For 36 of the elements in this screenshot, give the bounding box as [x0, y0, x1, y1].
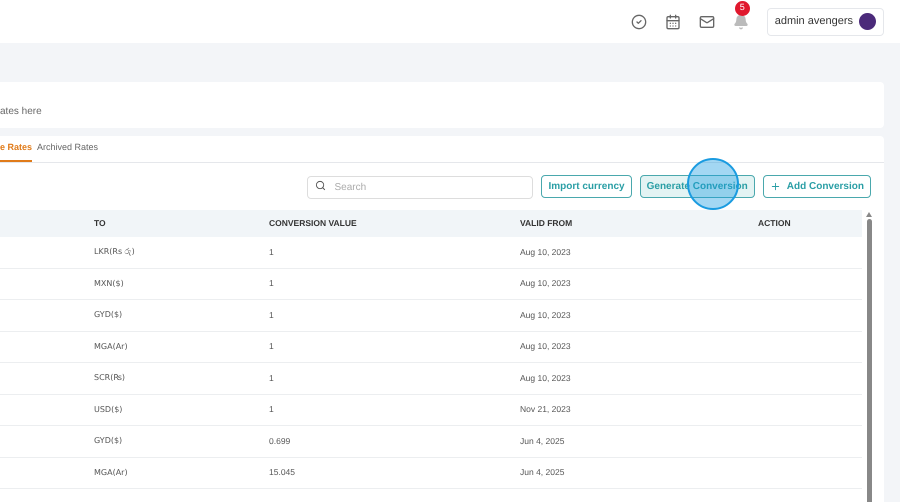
table-cell-text: LKR(Rs රු) [94, 246, 136, 258]
column-header: TO [94, 217, 107, 230]
table-cell-text: 1 [269, 340, 275, 354]
column-header: ACTION [758, 217, 791, 230]
toolbar-button[interactable]: Add Conversion [762, 175, 871, 198]
table-cell-text: 0.699 [269, 434, 292, 448]
tab[interactable]: e Rates [0, 136, 32, 162]
table-cell-text: Aug 10, 2023 [520, 340, 572, 354]
toolbar-button[interactable]: Import currency [541, 175, 632, 198]
table-cell-text: Nov 21, 2023 [520, 403, 572, 416]
table-cell-text: Aug 10, 2023 [520, 246, 572, 259]
table-cell-text: 1 [269, 246, 275, 259]
table-cell-text: MGA(Ar) [94, 340, 129, 353]
table-cell-text: Aug 10, 2023 [520, 372, 572, 385]
table-cell-text: 1 [269, 308, 275, 322]
table-cell-text: GYD($) [94, 309, 124, 322]
notification-badge: 5 [734, 0, 750, 16]
column-header: CONVERSION VALUE [269, 217, 358, 230]
table-cell-text: 1 [269, 403, 275, 416]
table-cell-text: USD($) [94, 404, 124, 416]
table-cell-text: 1 [269, 277, 275, 290]
table-cell-text: MXN($) [94, 278, 125, 290]
column-header: VALID FROM [520, 217, 574, 230]
table-cell-text: 1 [269, 372, 275, 385]
table-cell-text: Jun 4, 2025 [520, 434, 566, 448]
table-cell-text: GYD($) [94, 435, 124, 448]
table-cell-text: Jun 4, 2025 [520, 466, 566, 480]
info-text: ates here [0, 105, 42, 119]
user-menu-button[interactable]: admin avengers [766, 8, 884, 36]
table-cell-text: Aug 10, 2023 [520, 308, 572, 322]
table-cell-text: SCR(₨) [94, 372, 126, 384]
table-cell-text: Aug 10, 2023 [520, 277, 572, 290]
table-cell-text: 15.045 [269, 466, 296, 480]
table-cell-text: MGA(Ar) [94, 466, 129, 479]
tab[interactable]: Archived Rates [37, 136, 98, 162]
search-field[interactable]: Search [307, 176, 534, 199]
